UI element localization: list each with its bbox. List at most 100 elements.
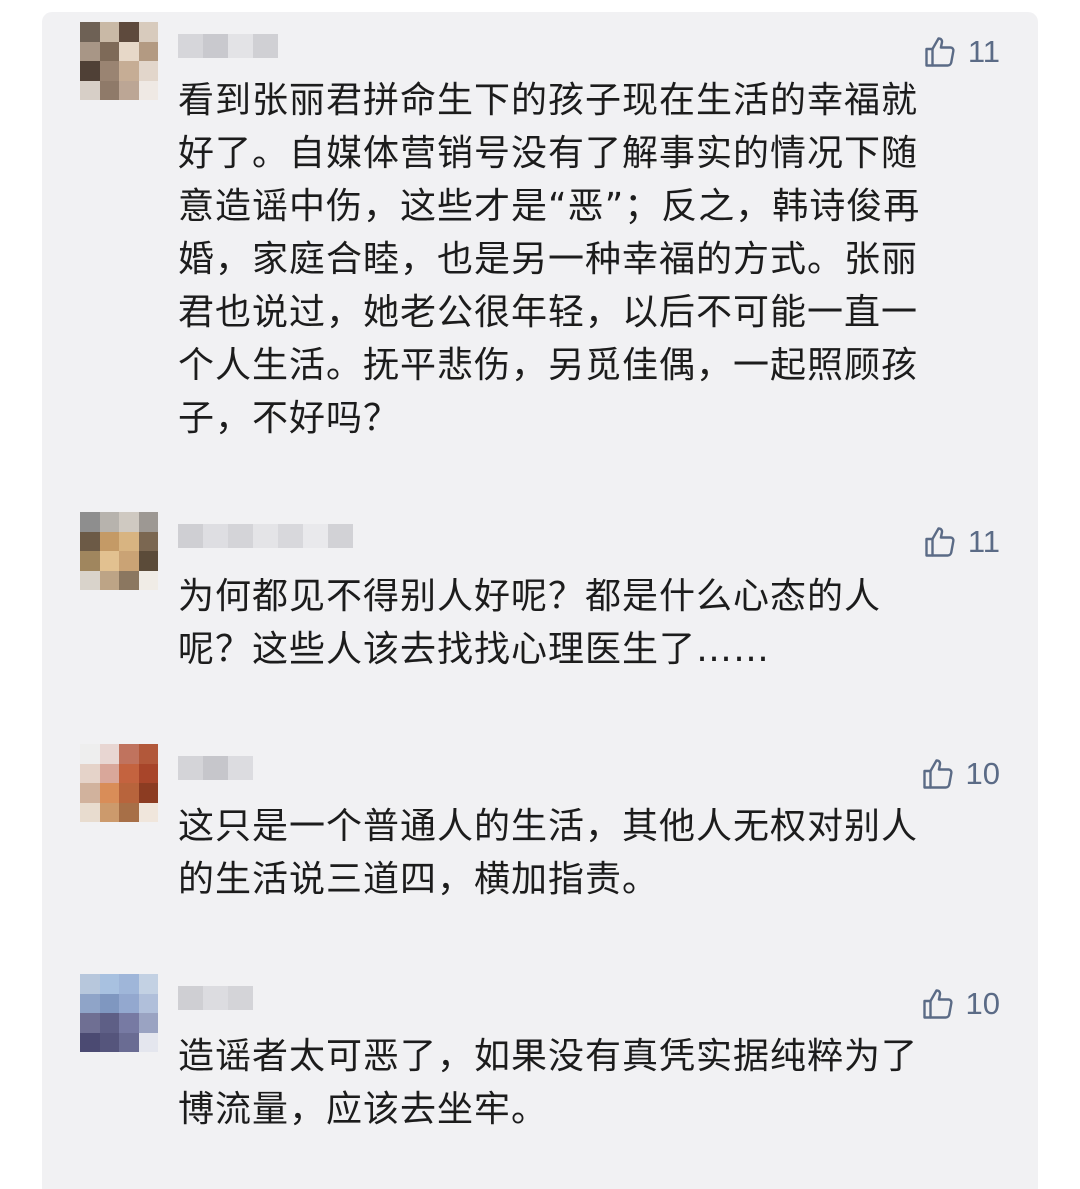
avatar-pixel xyxy=(138,1032,158,1052)
avatar-pixel xyxy=(80,61,100,81)
username-blur-block xyxy=(328,524,353,548)
avatar-pixel xyxy=(99,512,119,532)
username-blur-block xyxy=(303,524,328,548)
avatar-pixel xyxy=(138,61,158,81)
avatar-pixel xyxy=(99,1013,119,1033)
avatar-pixel xyxy=(80,1032,100,1052)
avatar-pixel xyxy=(138,1013,158,1033)
avatar-pixel xyxy=(99,570,119,590)
like-button[interactable]: 10 xyxy=(920,986,1000,1022)
like-count: 11 xyxy=(967,34,1000,69)
username-blur-block xyxy=(203,756,228,780)
avatar-pixel xyxy=(138,80,158,100)
comment-text: 为何都见不得别人好呢？都是什么心态的人 呢？这些人该去找找心理医生了…… xyxy=(178,576,882,670)
avatar-pixel xyxy=(99,41,119,61)
avatar-pixel xyxy=(138,531,158,551)
avatar-pixel xyxy=(119,512,139,532)
thumbs-up-icon xyxy=(925,527,955,557)
avatar-pixel xyxy=(80,551,100,571)
avatar-pixel xyxy=(138,783,158,803)
avatar-pixel xyxy=(99,993,119,1013)
avatar-pixel xyxy=(119,61,139,81)
avatar-pixel xyxy=(99,744,119,764)
avatar-pixel xyxy=(99,551,119,571)
avatar-pixel xyxy=(119,1013,139,1033)
username-blurred[interactable] xyxy=(178,34,278,58)
avatar-pixel xyxy=(80,993,100,1013)
comment-text: 这只是一个普通人的生活，其他人无权对别人 的生活说三道四，横加指责。 xyxy=(178,806,919,900)
avatar-pixel xyxy=(119,744,139,764)
username-blur-block xyxy=(228,524,253,548)
avatar-pixel xyxy=(80,41,100,61)
avatar[interactable] xyxy=(80,22,158,100)
avatar-pixel xyxy=(99,783,119,803)
avatar-pixel xyxy=(99,531,119,551)
avatar-pixel xyxy=(99,802,119,822)
avatar-pixel xyxy=(80,744,100,764)
avatar-pixel xyxy=(80,80,100,100)
avatar-pixel xyxy=(119,993,139,1013)
avatar-pixel xyxy=(99,80,119,100)
avatar-pixel xyxy=(80,1013,100,1033)
avatar-pixel xyxy=(138,993,158,1013)
like-button[interactable]: 11 xyxy=(922,34,1000,70)
thumbs-up-icon xyxy=(922,989,953,1019)
username-blur-block xyxy=(278,524,303,548)
comment-text: 看到张丽君拼命生下的孩子现在生活的幸福就 好了。自媒体营销号没有了解事实的情况下… xyxy=(178,80,921,439)
avatar-pixel xyxy=(119,1032,139,1052)
avatar-pixel xyxy=(138,22,158,42)
avatar-pixel xyxy=(119,763,139,783)
username-blur-block xyxy=(203,986,228,1010)
avatar-pixel xyxy=(138,744,158,764)
avatar-pixel xyxy=(119,974,139,994)
username-blur-block xyxy=(203,34,228,58)
username-blur-block xyxy=(203,524,228,548)
like-button[interactable]: 10 xyxy=(920,756,1000,792)
thumbs-up-icon xyxy=(922,759,953,789)
avatar-pixel xyxy=(99,61,119,81)
thumbs-up-icon xyxy=(925,37,955,67)
username-blur-block xyxy=(178,756,203,780)
avatar-pixel xyxy=(80,763,100,783)
avatar-pixel xyxy=(99,974,119,994)
like-count: 10 xyxy=(965,756,1000,791)
avatar-pixel xyxy=(119,80,139,100)
username-blur-block xyxy=(253,34,278,58)
avatar[interactable] xyxy=(80,974,158,1052)
avatar-pixel xyxy=(80,802,100,822)
avatar-pixel xyxy=(119,41,139,61)
username-blurred[interactable] xyxy=(178,524,353,548)
username-blurred[interactable] xyxy=(178,986,253,1010)
avatar-pixel xyxy=(119,570,139,590)
avatar-pixel xyxy=(80,783,100,803)
avatar-pixel xyxy=(99,763,119,783)
username-blur-block xyxy=(178,524,203,548)
username-blur-block xyxy=(228,756,253,780)
like-count: 11 xyxy=(967,524,1000,559)
avatar-pixel xyxy=(138,570,158,590)
username-blur-block xyxy=(178,34,203,58)
like-count: 10 xyxy=(965,986,1000,1021)
avatar-pixel xyxy=(138,512,158,532)
avatar-pixel xyxy=(80,512,100,532)
avatar-pixel xyxy=(138,41,158,61)
avatar-pixel xyxy=(80,974,100,994)
avatar-pixel xyxy=(138,802,158,822)
avatar-pixel xyxy=(138,763,158,783)
avatar-pixel xyxy=(119,531,139,551)
avatar-pixel xyxy=(99,1032,119,1052)
username-blurred[interactable] xyxy=(178,756,253,780)
avatar-pixel xyxy=(119,22,139,42)
avatar-pixel xyxy=(138,551,158,571)
username-blur-block xyxy=(178,986,203,1010)
avatar-pixel xyxy=(138,974,158,994)
avatar[interactable] xyxy=(80,744,158,822)
avatar-pixel xyxy=(99,22,119,42)
avatar-pixel xyxy=(119,783,139,803)
username-blur-block xyxy=(228,34,253,58)
username-blur-block xyxy=(228,986,253,1010)
like-button[interactable]: 11 xyxy=(922,524,1000,560)
avatar-pixel xyxy=(119,551,139,571)
avatar[interactable] xyxy=(80,512,158,590)
avatar-pixel xyxy=(119,802,139,822)
